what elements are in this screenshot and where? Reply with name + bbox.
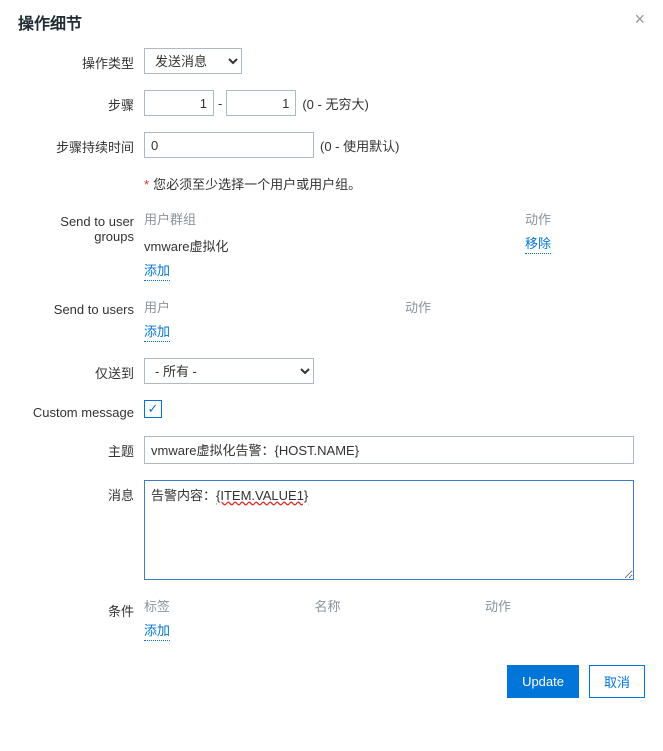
user-group-name: vmware虚拟化 [144, 236, 525, 255]
users-col-header: 用户 [144, 297, 405, 316]
remove-user-group-link[interactable]: 移除 [525, 236, 551, 254]
steps-label: 步骤 [18, 90, 144, 114]
steps-hint: (0 - 无穷大) [302, 94, 368, 113]
steps-dash: - [218, 96, 222, 111]
subject-input[interactable] [144, 436, 634, 464]
update-button[interactable]: Update [507, 665, 579, 698]
add-condition-link[interactable]: 添加 [144, 623, 170, 641]
cancel-button[interactable]: 取消 [589, 665, 645, 698]
operation-type-label: 操作类型 [18, 48, 144, 72]
conditions-tag-header: 标签 [144, 596, 315, 615]
message-textarea[interactable]: 告警内容：{ITEM.VALUE1} [144, 480, 634, 580]
add-user-group-link[interactable]: 添加 [144, 263, 170, 281]
add-user-link[interactable]: 添加 [144, 324, 170, 342]
conditions-label: 条件 [18, 596, 144, 620]
conditions-name-header: 名称 [315, 596, 486, 615]
message-macro: {ITEM.VALUE1} [216, 488, 308, 503]
conditions-action-header: 动作 [485, 596, 645, 615]
step-from-input[interactable] [144, 90, 214, 116]
table-row: vmware虚拟化 移除 [144, 232, 645, 259]
operation-type-select[interactable]: 发送消息 [144, 48, 242, 74]
send-to-users-label: Send to users [18, 297, 144, 317]
message-label: 消息 [18, 480, 144, 504]
subject-label: 主题 [18, 436, 144, 460]
close-icon[interactable]: × [634, 10, 645, 28]
user-groups-col-header: 用户群组 [144, 209, 525, 228]
send-to-user-groups-label: Send to user groups [18, 209, 144, 244]
duration-label: 步骤持续时间 [18, 132, 144, 156]
send-only-to-label: 仅送到 [18, 358, 144, 382]
modal-title: 操作细节 [18, 10, 82, 34]
message-prefix: 告警内容： [151, 488, 216, 503]
custom-message-checkbox[interactable]: ✓ [144, 400, 162, 418]
step-to-input[interactable] [226, 90, 296, 116]
duration-hint: (0 - 使用默认) [320, 136, 399, 155]
custom-message-label: Custom message [18, 400, 144, 420]
users-action-header: 动作 [405, 297, 645, 316]
user-groups-action-header: 动作 [525, 209, 645, 228]
required-note: *您必须至少选择一个用户或用户组。 [144, 174, 645, 193]
duration-input[interactable] [144, 132, 314, 158]
send-only-to-select[interactable]: - 所有 - [144, 358, 314, 384]
